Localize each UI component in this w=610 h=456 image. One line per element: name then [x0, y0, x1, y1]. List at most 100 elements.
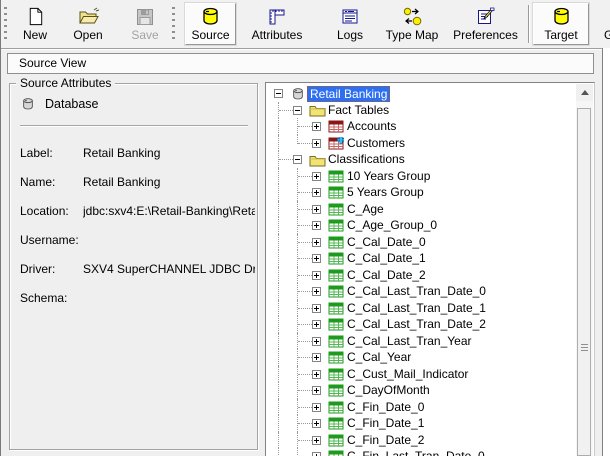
expand-plus-toggle[interactable]	[312, 370, 321, 379]
tree-item-label[interactable]: C_Fin_Date_2	[345, 432, 426, 449]
expand-plus-toggle[interactable]	[312, 403, 321, 412]
tree-item-c-cal-date-0[interactable]: C_Cal_Date_0	[266, 234, 574, 251]
expand-plus-toggle[interactable]	[312, 139, 321, 148]
tree-item-label[interactable]: C_Cal_Date_2	[345, 267, 428, 284]
attribute-field-location: Location:jdbc:sxv4:E:\Retail-Banking\Ret…	[20, 204, 257, 220]
tree-item-label[interactable]: C_Age	[345, 201, 386, 218]
tree-item-label[interactable]: C_DayOfMonth	[345, 382, 432, 399]
tree-item-classifications[interactable]: Classifications	[266, 151, 574, 168]
tree-item-fact-tables[interactable]: Fact Tables	[266, 102, 574, 119]
tree-item-label[interactable]: C_Fin_Date_0	[345, 399, 426, 416]
tree-item-c-cal-date-2[interactable]: C_Cal_Date_2	[266, 267, 574, 284]
expand-plus-toggle[interactable]	[312, 304, 321, 313]
tree-item-c-cal-date-1[interactable]: C_Cal_Date_1	[266, 250, 574, 267]
tree-item-c-cal-last-tran-date-1[interactable]: C_Cal_Last_Tran_Date_1	[266, 300, 574, 317]
classification-icon	[328, 317, 346, 332]
tree-item-label[interactable]: Classifications	[326, 151, 407, 168]
tree-item-c-fin-date-0[interactable]: C_Fin_Date_0	[266, 399, 574, 416]
fact-table-add-icon	[328, 136, 346, 151]
view-header-bar: Source View	[7, 53, 594, 74]
classification-icon	[328, 433, 346, 448]
logs-button[interactable]: Logs	[330, 4, 370, 45]
tree-item-label[interactable]: C_Cal_Last_Tran_Date_0	[345, 283, 488, 300]
tree-item-label[interactable]: C_Fin_Last_Tran_Date_0	[345, 448, 487, 456]
expand-plus-toggle[interactable]	[312, 188, 321, 197]
expand-plus-toggle[interactable]	[312, 287, 321, 296]
source-type-row: Database	[20, 96, 99, 111]
tree-item-label[interactable]: C_Cal_Year	[345, 349, 413, 366]
preferences-button[interactable]: Preferences	[449, 4, 522, 45]
expand-plus-toggle[interactable]	[312, 436, 321, 445]
tree-item-c-fin-date-1[interactable]: C_Fin_Date_1	[266, 415, 574, 432]
tree-item-c-age[interactable]: C_Age	[266, 201, 574, 218]
expand-plus-toggle[interactable]	[312, 205, 321, 214]
expand-plus-toggle[interactable]	[312, 386, 321, 395]
tree-item-c-cust-mail-indicator[interactable]: C_Cust_Mail_Indicator	[266, 366, 574, 383]
source-button[interactable]: Source	[185, 3, 236, 45]
attribute-field-label: Label:Retail Banking	[20, 146, 257, 162]
tree-connector-line	[298, 275, 312, 276]
expand-plus-toggle[interactable]	[312, 221, 321, 230]
scrollbar-up-button[interactable]	[576, 84, 593, 101]
collapse-minus-toggle[interactable]	[293, 106, 302, 115]
expand-plus-toggle[interactable]	[312, 419, 321, 428]
toolbar-button-label: Save	[131, 29, 158, 42]
target-button[interactable]: Target	[533, 3, 589, 45]
logs-notepad-icon	[340, 4, 360, 29]
tree-item-c-cal-year[interactable]: C_Cal_Year	[266, 349, 574, 366]
expand-plus-toggle[interactable]	[312, 452, 321, 456]
tree-item-5-years-group[interactable]: 5 Years Group	[266, 184, 574, 201]
tree-connector-line	[298, 143, 312, 144]
source-attributes-group-title: Source Attributes	[16, 76, 115, 90]
scrollbar-thumb[interactable]	[577, 108, 591, 456]
tree-item-label[interactable]: Fact Tables	[326, 102, 391, 119]
new-button[interactable]: New	[13, 4, 57, 45]
expand-plus-toggle[interactable]	[312, 238, 321, 247]
new-document-icon	[25, 4, 46, 29]
tree-item-label[interactable]: 5 Years Group	[345, 184, 426, 201]
tree-item-label[interactable]: C_Cal_Last_Tran_Year	[345, 333, 474, 350]
type-map-button[interactable]: Type Map	[378, 4, 446, 45]
tree-item-customers[interactable]: Customers	[266, 135, 574, 152]
tree-connector-line	[298, 258, 312, 259]
tree-item-c-cal-last-tran-date-0[interactable]: C_Cal_Last_Tran_Date_0	[266, 283, 574, 300]
expand-plus-toggle[interactable]	[312, 337, 321, 346]
attributes-button[interactable]: Attributes	[241, 4, 313, 45]
expand-plus-toggle[interactable]	[312, 172, 321, 181]
tree-item-label[interactable]: Customers	[345, 135, 407, 152]
field-label: Schema:	[20, 291, 67, 305]
tree-item-label[interactable]: Retail Banking	[307, 86, 390, 102]
expand-plus-toggle[interactable]	[312, 122, 321, 131]
expand-plus-toggle[interactable]	[312, 271, 321, 280]
expand-plus-toggle[interactable]	[312, 353, 321, 362]
tree-item-label[interactable]: C_Age_Group_0	[345, 217, 439, 234]
tree-item-label[interactable]: C_Cust_Mail_Indicator	[345, 366, 470, 383]
tree-item-accounts[interactable]: Accounts	[266, 118, 574, 135]
toolbar-grip-handle[interactable]	[4, 7, 7, 41]
expand-plus-toggle[interactable]	[312, 254, 321, 263]
tree-item-c-fin-date-2[interactable]: C_Fin_Date_2	[266, 432, 574, 449]
tree-item-label[interactable]: C_Cal_Date_0	[345, 234, 428, 251]
open-button[interactable]: Open	[65, 4, 111, 45]
tree-connector-line	[278, 250, 279, 267]
tree-vertical-scrollbar[interactable]	[576, 84, 593, 456]
expand-plus-toggle[interactable]	[312, 320, 321, 329]
tree-item-c-cal-last-tran-year[interactable]: C_Cal_Last_Tran_Year	[266, 333, 574, 350]
tree-item-retail-banking[interactable]: Retail Banking	[266, 85, 574, 102]
g-button[interactable]: G	[595, 4, 610, 45]
tree-item-label[interactable]: 10 Years Group	[345, 168, 432, 185]
tree-item-label[interactable]: C_Cal_Date_1	[345, 250, 428, 267]
tree-item-c-age-group-0[interactable]: C_Age_Group_0	[266, 217, 574, 234]
tree-item-c-fin-last-tran-date-0[interactable]: C_Fin_Last_Tran_Date_0	[266, 448, 574, 456]
tree-item-label[interactable]: Accounts	[345, 118, 398, 135]
tree-item-10-years-group[interactable]: 10 Years Group	[266, 168, 574, 185]
tree-item-c-cal-last-tran-date-2[interactable]: C_Cal_Last_Tran_Date_2	[266, 316, 574, 333]
tree-item-label[interactable]: C_Cal_Last_Tran_Date_2	[345, 316, 488, 333]
collapse-minus-toggle[interactable]	[274, 89, 283, 98]
tree-item-c-dayofmonth[interactable]: C_DayOfMonth	[266, 382, 574, 399]
toolbar-button-label: Attributes	[252, 29, 303, 42]
tree-item-label[interactable]: C_Cal_Last_Tran_Date_1	[345, 300, 488, 317]
toolbar-grip-handle[interactable]	[172, 7, 175, 41]
collapse-minus-toggle[interactable]	[293, 155, 302, 164]
tree-item-label[interactable]: C_Fin_Date_1	[345, 415, 426, 432]
